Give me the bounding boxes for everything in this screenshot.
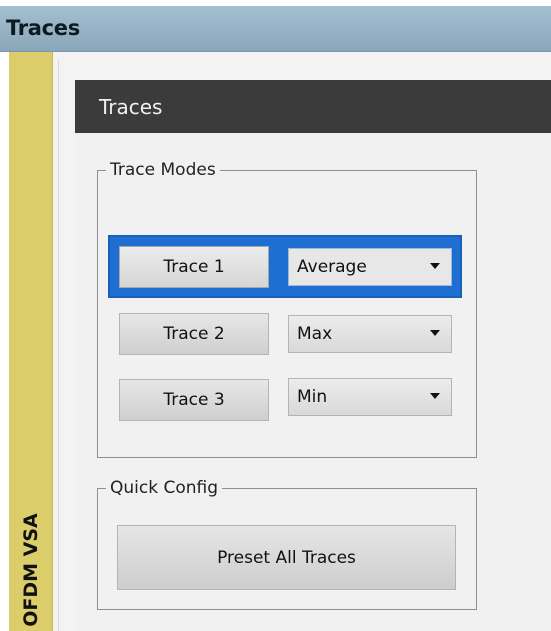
panel-title: Traces: [99, 95, 163, 119]
traces-window: Traces OFDM VSA Traces Trace Modes Trace…: [0, 0, 551, 631]
trace-3-mode-dropdown[interactable]: Min: [288, 378, 452, 416]
trace-3-button-label: Trace 3: [163, 390, 225, 410]
trace-3-mode-value: Min: [297, 387, 328, 407]
chevron-down-icon: [430, 263, 440, 269]
quick-config-legend: Quick Config: [110, 478, 219, 498]
preset-all-traces-button[interactable]: Preset All Traces: [117, 525, 456, 590]
trace-2-mode-dropdown[interactable]: Max: [288, 315, 452, 353]
preset-all-traces-label: Preset All Traces: [217, 547, 356, 568]
trace-modes-legend: Trace Modes: [110, 160, 216, 180]
trace-2-mode-value: Max: [297, 324, 333, 344]
trace-2-button[interactable]: Trace 2: [119, 313, 269, 355]
trace-1-mode-dropdown[interactable]: Average: [288, 248, 452, 286]
chevron-down-icon: [430, 330, 440, 336]
side-tab-label: OFDM VSA: [20, 513, 42, 627]
chevron-down-icon: [430, 393, 440, 399]
content-divider: [58, 60, 59, 631]
trace-1-button[interactable]: Trace 1: [119, 246, 269, 288]
trace-1-mode-value: Average: [297, 257, 367, 277]
window-title: Traces: [6, 16, 80, 40]
trace-1-button-label: Trace 1: [163, 257, 225, 277]
side-tab-ofdm-vsa[interactable]: OFDM VSA: [9, 52, 53, 631]
trace-2-button-label: Trace 2: [163, 324, 225, 344]
title-bar: Traces: [0, 6, 551, 52]
panel-header: Traces: [75, 80, 551, 133]
trace-3-button[interactable]: Trace 3: [119, 379, 269, 421]
